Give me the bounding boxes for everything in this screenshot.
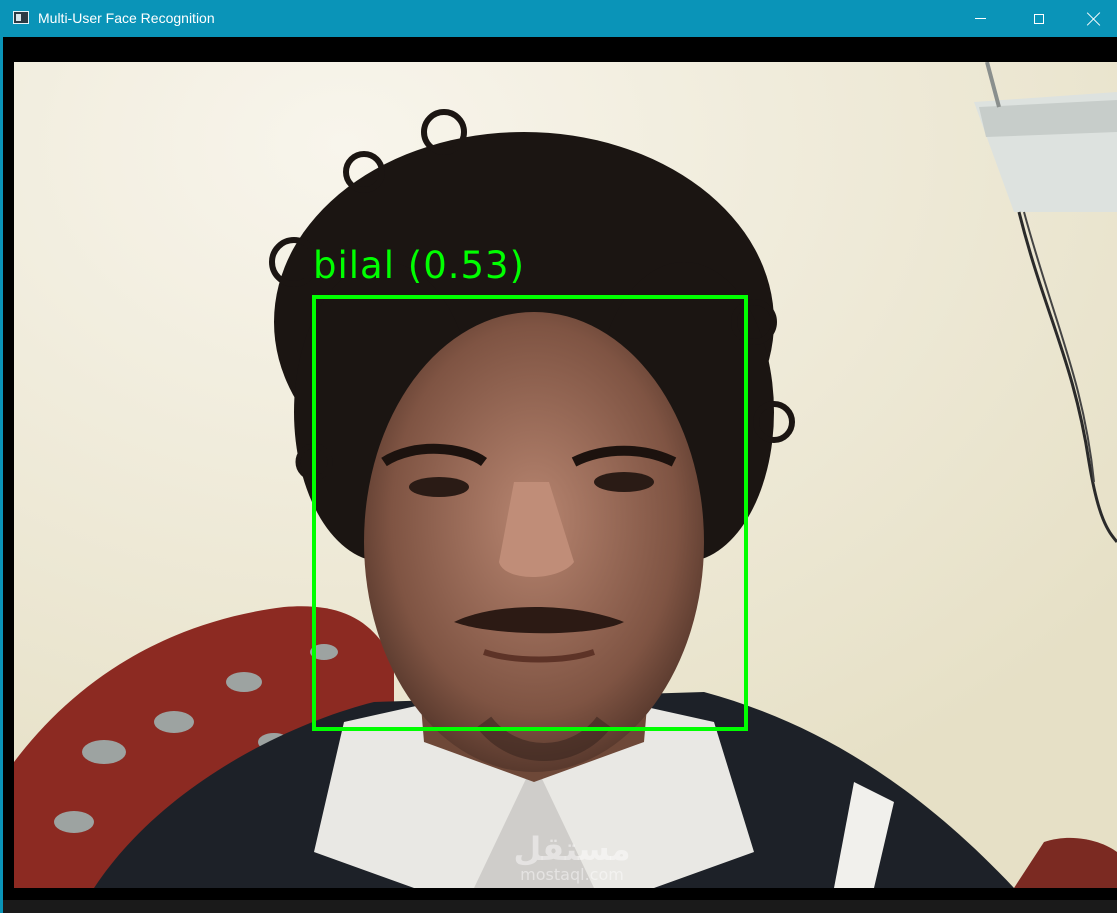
watermark-arabic: مستقل [513,830,631,868]
watermark-latin: mostaql.com [520,865,624,884]
face-recognition-label: bilal (0.53) [313,244,526,287]
minimize-icon [974,18,986,19]
title-bar[interactable]: Multi-User Face Recognition [0,0,1117,37]
window-title: Multi-User Face Recognition [38,10,215,26]
camera-frame: bilal (0.53) مستقل mostaql.com [14,62,1117,888]
window-bottom-strip [3,900,1117,913]
maximize-button[interactable] [1016,0,1062,37]
watermark: مستقل mostaql.com [492,832,652,884]
maximize-icon [1034,13,1044,24]
close-icon [1087,12,1101,26]
window-app-icon [13,11,29,24]
minimize-button[interactable] [957,0,1003,37]
face-bounding-box [312,295,748,731]
video-viewport: bilal (0.53) مستقل mostaql.com [3,37,1117,913]
app-window: Multi-User Face Recognition bilal (0.53)… [0,0,1117,913]
close-button[interactable] [1071,0,1117,37]
